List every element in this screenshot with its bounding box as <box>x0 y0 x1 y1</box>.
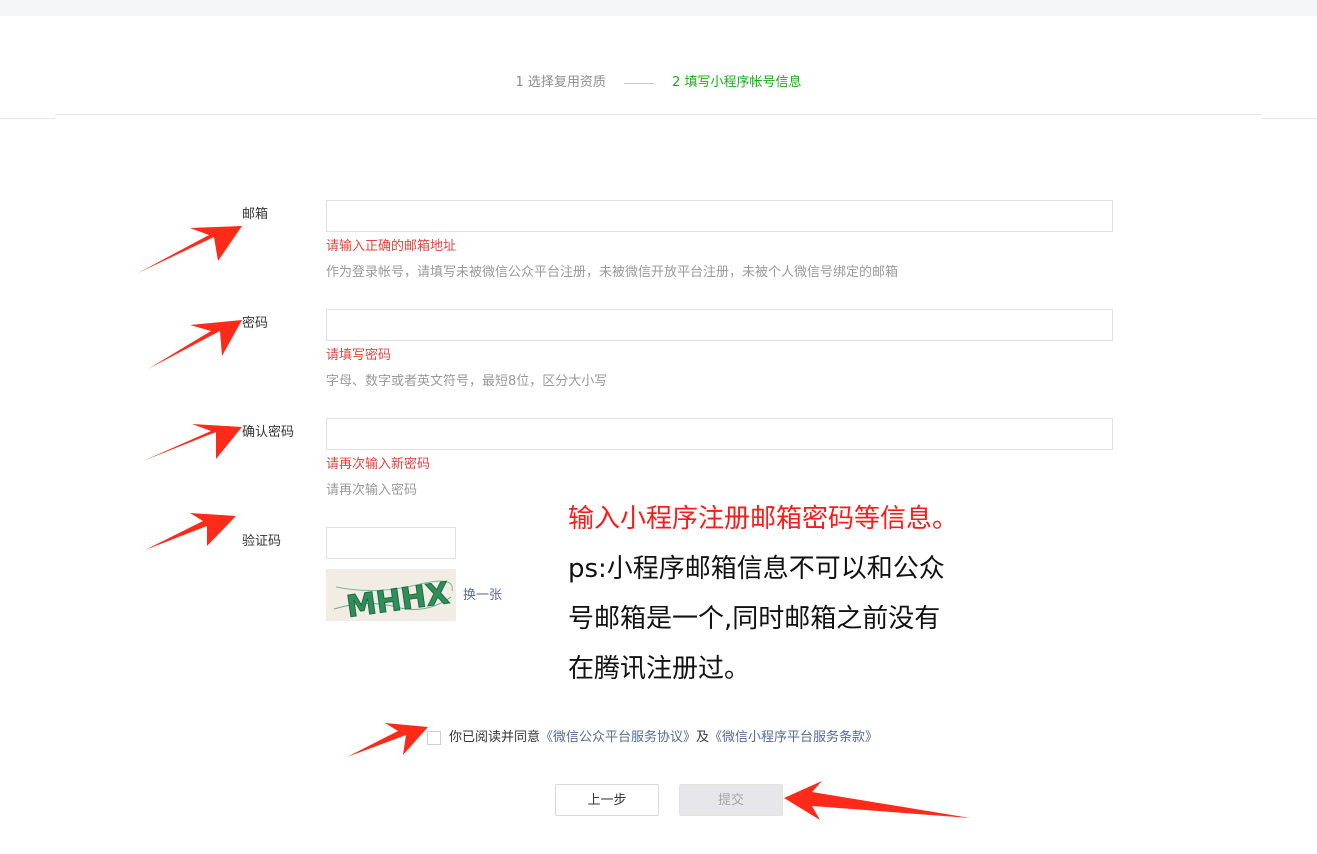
confirm-password-hint: 请再次输入密码 <box>326 483 418 498</box>
steps-divider-right <box>1262 118 1317 119</box>
confirm-password-error: 请再次输入新密码 <box>326 457 431 472</box>
arrow-icon <box>148 320 242 369</box>
captcha-image[interactable]: MHHX <box>326 569 456 626</box>
captcha-input[interactable] <box>326 527 456 559</box>
agreement-middle: 及 <box>696 730 710 745</box>
arrow-icon <box>138 226 242 273</box>
annotation-line-2: ps:小程序邮箱信息不可以和公众 <box>568 554 945 584</box>
arrow-icon <box>347 723 428 757</box>
agreement-row: 你已阅读并同意《微信公众平台服务协议》及《微信小程序平台服务条款》 <box>427 729 878 748</box>
step-indicator: 1 选择复用资质 2 填写小程序帐号信息 <box>0 74 1317 93</box>
arrow-icon <box>145 513 236 550</box>
top-bar <box>0 0 1317 16</box>
step-1: 1 选择复用资质 <box>515 75 606 90</box>
email-label: 邮箱 <box>242 207 269 222</box>
password-label: 密码 <box>242 316 269 331</box>
annotation-line-4: 在腾讯注册过。 <box>568 654 751 684</box>
step-2-active: 2 填写小程序帐号信息 <box>672 75 802 90</box>
agreement-checkbox[interactable] <box>427 731 441 745</box>
password-error: 请填写密码 <box>326 348 392 363</box>
steps-panel <box>55 16 1262 115</box>
email-error: 请输入正确的邮箱地址 <box>326 239 457 254</box>
confirm-password-label: 确认密码 <box>242 425 295 440</box>
service-agreement-link[interactable]: 《微信公众平台服务协议》 <box>540 730 696 745</box>
change-captcha-link[interactable]: 换一张 <box>463 587 502 605</box>
steps-divider-left <box>0 118 55 119</box>
agreement-prefix: 你已阅读并同意 <box>449 730 541 745</box>
annotation-line-3: 号邮箱是一个,同时邮箱之前没有 <box>568 604 941 634</box>
step-separator <box>624 82 654 84</box>
password-input[interactable] <box>326 309 1113 341</box>
arrow-icon <box>784 781 970 820</box>
mini-program-terms-link[interactable]: 《微信小程序平台服务条款》 <box>709 730 878 745</box>
annotation-line-1: 输入小程序注册邮箱密码等信息。 <box>568 504 959 534</box>
submit-button[interactable]: 提交 <box>679 784 783 816</box>
confirm-password-input[interactable] <box>326 418 1113 450</box>
email-input[interactable] <box>326 200 1113 232</box>
captcha-label: 验证码 <box>242 534 282 549</box>
annotation-text: 输入小程序注册邮箱密码等信息。 ps:小程序邮箱信息不可以和公众 号邮箱是一个,… <box>568 494 958 694</box>
password-hint: 字母、数字或者英文符号，最短8位，区分大小写 <box>326 374 608 389</box>
email-hint: 作为登录帐号，请填写未被微信公众平台注册，未被微信开放平台注册，未被个人微信号绑… <box>326 265 899 280</box>
arrow-icon <box>143 424 242 461</box>
prev-step-button[interactable]: 上一步 <box>555 784 659 816</box>
